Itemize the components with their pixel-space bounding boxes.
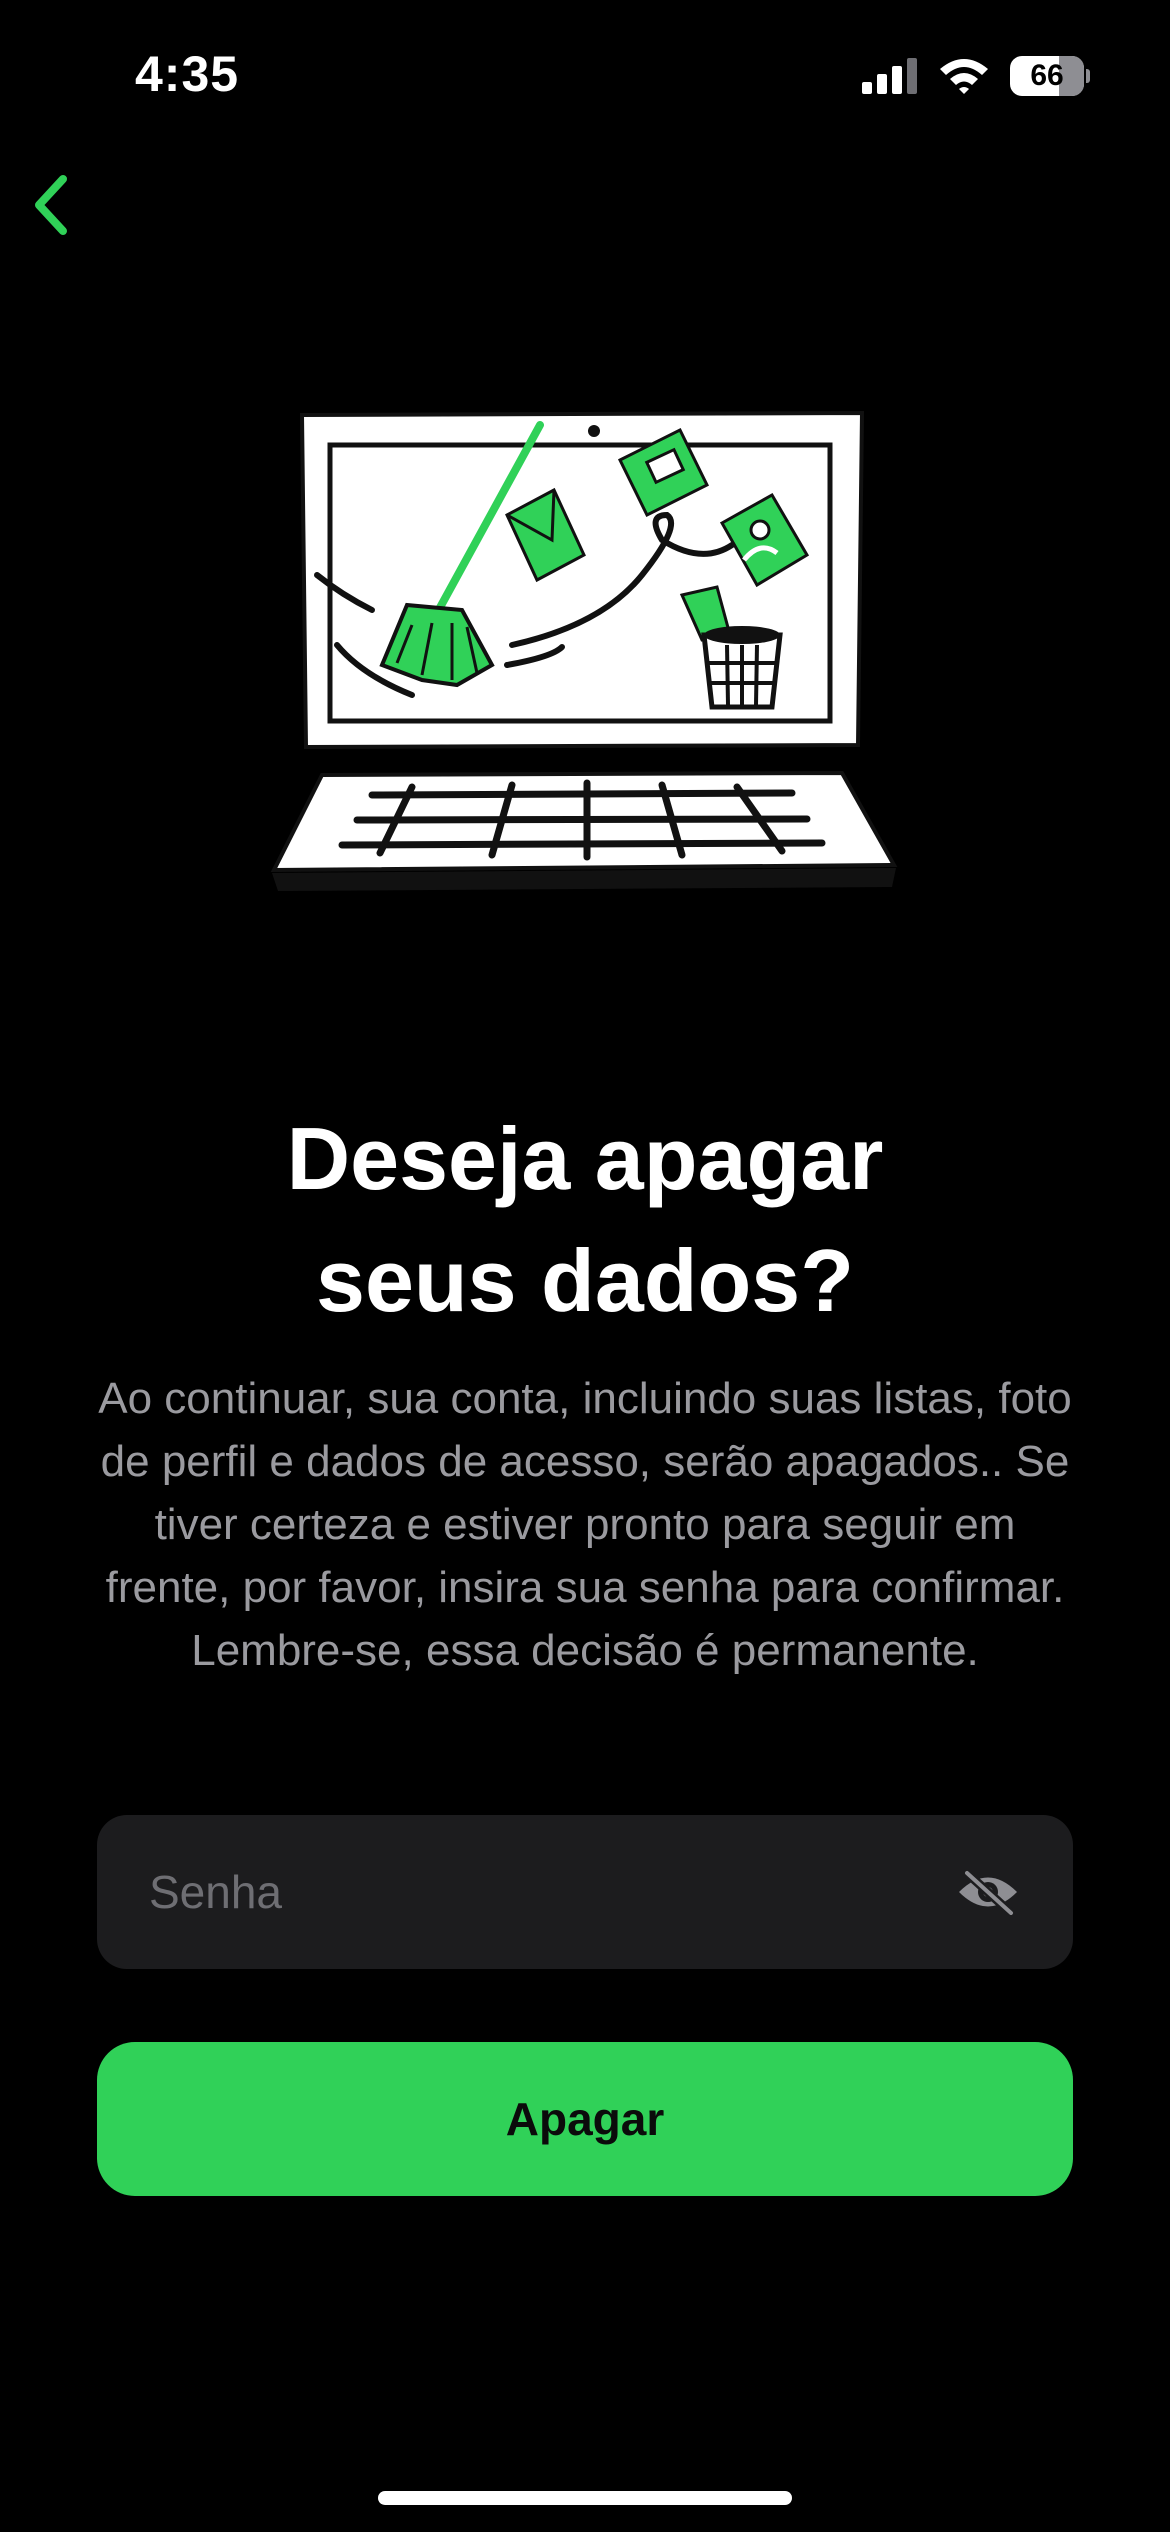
status-icons: 66	[862, 56, 1090, 96]
back-button[interactable]	[16, 170, 86, 240]
password-input[interactable]	[147, 1864, 953, 1920]
chevron-left-icon	[35, 175, 67, 235]
battery-level: 66	[1030, 59, 1064, 92]
password-field[interactable]	[97, 1815, 1073, 1969]
status-time: 4:35	[135, 46, 240, 102]
wifi-icon	[940, 59, 988, 94]
eye-slash-icon	[959, 1869, 1017, 1915]
status-bar: 4:35 66	[0, 0, 1170, 150]
password-visibility-toggle[interactable]	[953, 1862, 1023, 1922]
cellular-signal-icon	[862, 58, 917, 94]
laptop-cleanup-illustration	[270, 410, 898, 891]
title-line-2: seus dados?	[316, 1231, 854, 1330]
delete-button[interactable]: Apagar	[97, 2042, 1073, 2196]
description-text: Ao continuar, sua conta, incluindo suas …	[98, 1374, 1072, 1675]
home-indicator[interactable]	[378, 2491, 792, 2505]
page-title: Deseja apagar seus dados?	[0, 1098, 1170, 1342]
title-line-1: Deseja apagar	[286, 1109, 884, 1208]
battery-icon: 66	[1010, 56, 1090, 96]
